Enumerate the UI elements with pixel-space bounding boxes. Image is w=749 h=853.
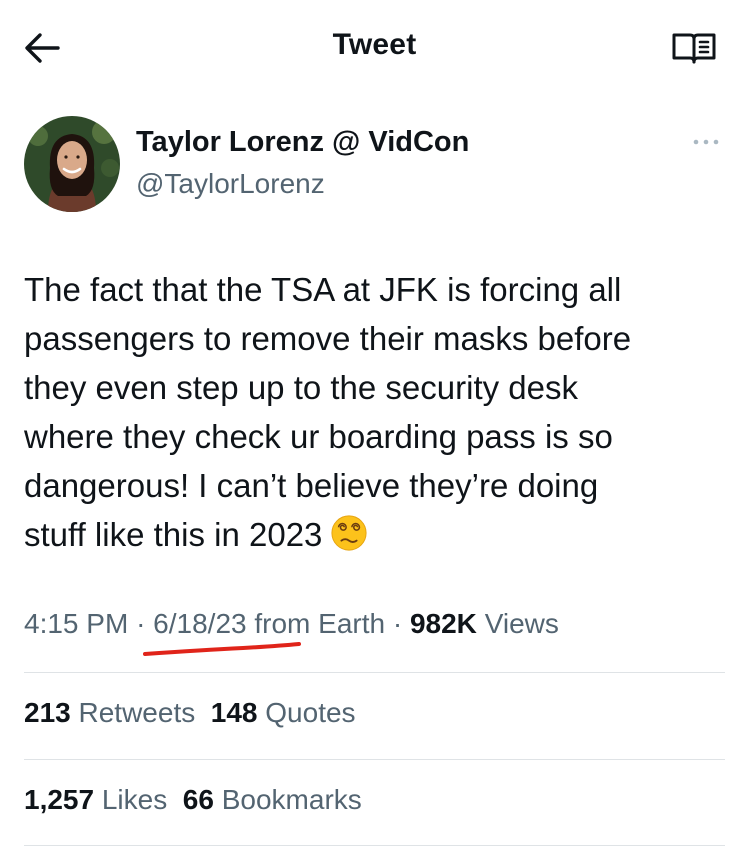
bookmarks-count: 66: [182, 784, 214, 815]
likes-stat[interactable]: 1,257 Likes: [24, 784, 167, 815]
likes-count: 1,257: [24, 784, 95, 815]
author-name[interactable]: Taylor Lorenz @ VidCon: [136, 126, 469, 159]
avatar[interactable]: [24, 116, 120, 212]
top-bar: Tweet: [0, 0, 749, 100]
views-label: Views: [484, 608, 559, 639]
engagement-row-likes: 1,257 Likes 66 Bookmarks: [24, 784, 362, 816]
red-underline-annotation: [143, 642, 301, 656]
retweets-stat[interactable]: 213 Retweets: [24, 697, 195, 728]
engagement-row-shares: 213 Retweets 148 Quotes: [24, 697, 356, 729]
quotes-count: 148: [210, 697, 258, 728]
face-with-spiral-eyes-emoji: [331, 515, 367, 551]
quotes-label: Quotes: [265, 697, 356, 728]
tweet-source: from Earth: [254, 608, 386, 639]
more-options-icon[interactable]: [688, 130, 724, 154]
likes-label: Likes: [101, 784, 168, 815]
divider: [24, 672, 725, 673]
tweet-text: The fact that the TSA at JFK is forcing …: [24, 265, 724, 559]
open-book-icon[interactable]: [670, 30, 718, 66]
bookmarks-stat[interactable]: 66 Bookmarks: [183, 784, 362, 815]
retweets-count: 213: [24, 697, 71, 728]
divider: [24, 845, 725, 846]
tweet-time: 4:15 PM: [24, 608, 129, 639]
profile-photo: [24, 116, 120, 212]
tweet-date[interactable]: 6/18/23: [153, 608, 246, 639]
bookmarks-label: Bookmarks: [221, 784, 362, 815]
divider: [24, 759, 725, 760]
views-count: 982K: [409, 608, 477, 639]
meta-separator: ·: [392, 608, 403, 639]
author-handle[interactable]: @TaylorLorenz: [136, 168, 325, 200]
meta-separator: ·: [136, 608, 146, 639]
tweet-body: The fact that the TSA at JFK is forcing …: [24, 271, 632, 553]
retweets-label: Retweets: [78, 697, 196, 728]
page-title: Tweet: [332, 28, 417, 61]
tweet-metadata: 4:15 PM · 6/18/23 from Earth · 982K View…: [24, 608, 559, 640]
quotes-stat[interactable]: 148 Quotes: [211, 697, 356, 728]
